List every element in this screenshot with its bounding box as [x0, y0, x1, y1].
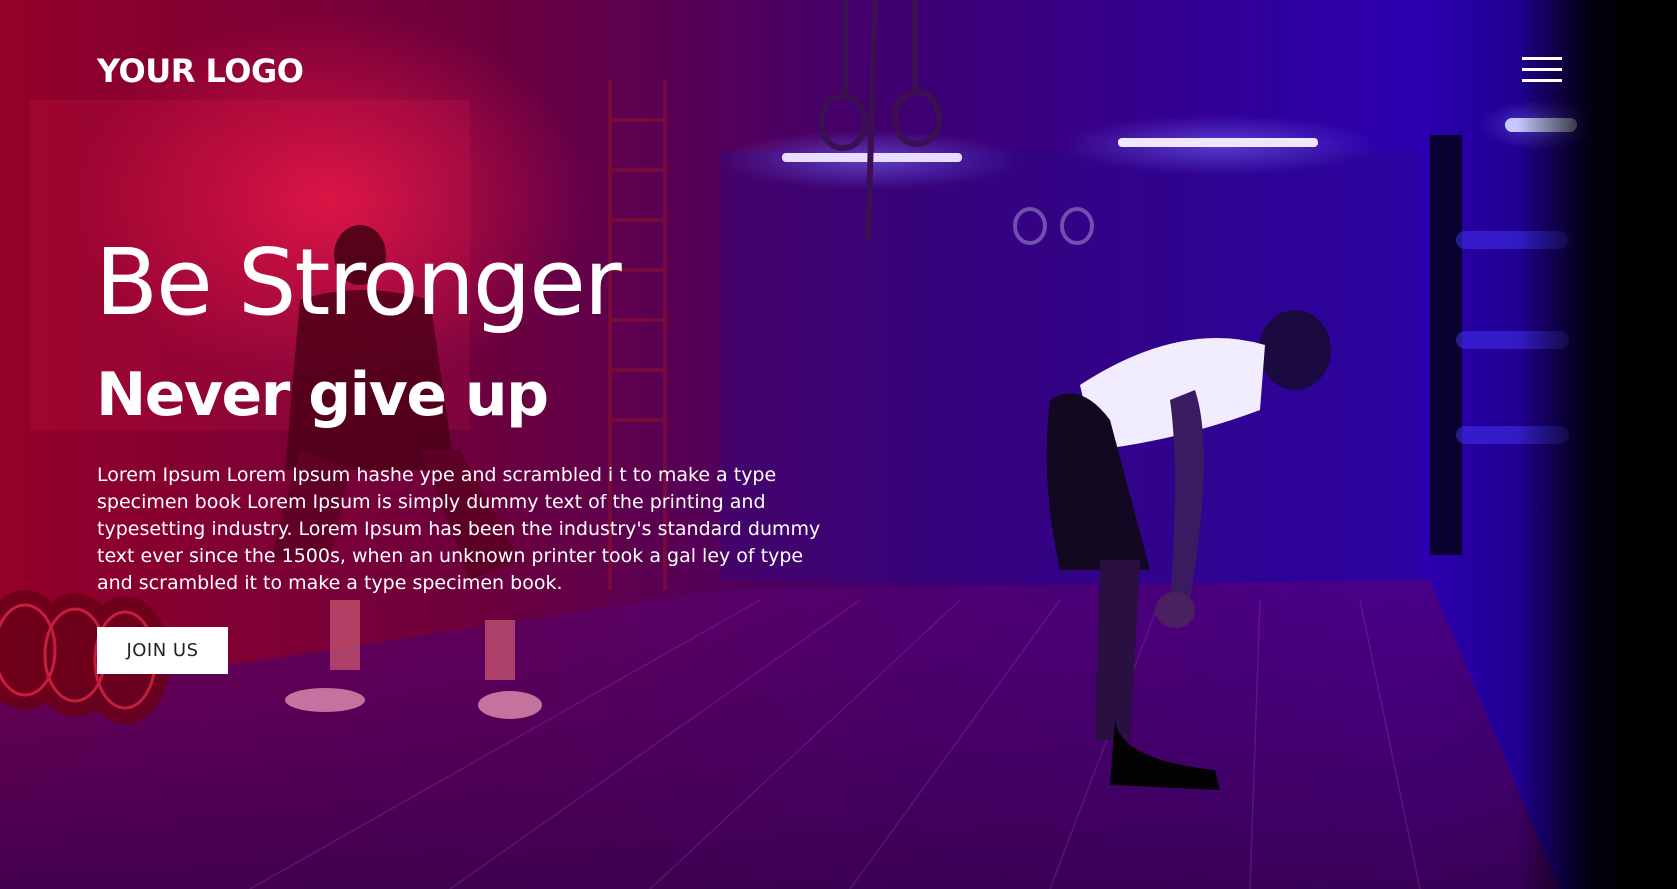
- hero-subheadline: Never give up: [96, 360, 549, 430]
- right-edge-shadow: [1517, 0, 1677, 889]
- site-logo[interactable]: YOUR LOGO: [97, 52, 304, 90]
- menu-bar: [1522, 57, 1562, 60]
- menu-bar: [1522, 68, 1562, 71]
- hero-headline: Be Stronger: [95, 229, 622, 336]
- hero-body-text: Lorem Ipsum Lorem Ipsum hashe ype and sc…: [97, 464, 821, 594]
- gym-background-image: [0, 0, 1600, 889]
- join-us-button[interactable]: JOIN US: [97, 627, 228, 674]
- hamburger-menu-icon[interactable]: [1522, 55, 1562, 83]
- menu-bar: [1522, 79, 1562, 82]
- hero-section: YOUR LOGO Be Stronger Never give up Lore…: [0, 0, 1677, 889]
